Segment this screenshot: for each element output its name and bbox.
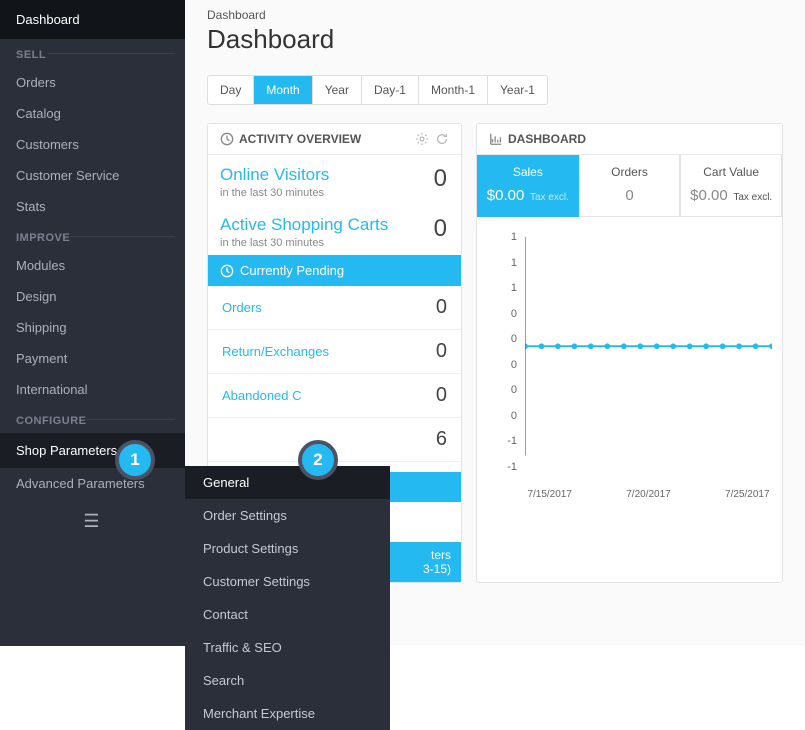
submenu-customer-settings[interactable]: Customer Settings	[185, 565, 390, 598]
breadcrumb: Dashboard	[185, 0, 805, 24]
time-tab-year[interactable]: Year	[313, 76, 362, 104]
nav-international[interactable]: International	[0, 374, 185, 405]
pending-returns[interactable]: Return/Exchanges 0	[208, 330, 461, 374]
submenu-general[interactable]: General	[185, 466, 390, 499]
sidebar: Dashboard SELL Orders Catalog Customers …	[0, 0, 185, 646]
nav-advanced-parameters[interactable]: Advanced Parameters	[0, 468, 185, 499]
submenu-search[interactable]: Search	[185, 664, 390, 697]
active-carts-label: Active Shopping Carts	[220, 215, 449, 235]
step-badge-1: 1	[115, 440, 155, 480]
refresh-icon[interactable]	[435, 132, 449, 146]
metric-orders-value: 0	[625, 187, 633, 204]
y-tick: -1	[507, 461, 517, 473]
pending-returns-label: Return/Exchanges	[222, 344, 329, 359]
step-badge-2: 2	[298, 440, 338, 480]
nav-modules[interactable]: Modules	[0, 250, 185, 281]
dashboard-title-text: DASHBOARD	[508, 132, 586, 146]
pending-orders-label: Orders	[222, 300, 262, 315]
chart-plot	[525, 237, 772, 456]
pending-orders[interactable]: Orders 0	[208, 286, 461, 330]
active-carts-sub: in the last 30 minutes	[220, 237, 449, 249]
metric-sales-value: $0.00	[487, 187, 525, 204]
nav-catalog[interactable]: Catalog	[0, 98, 185, 129]
pending-header: Currently Pending	[208, 255, 461, 286]
submenu-traffic-seo[interactable]: Traffic & SEO	[185, 631, 390, 664]
submenu-merchant-expertise[interactable]: Merchant Expertise	[185, 697, 390, 730]
time-tab-day[interactable]: Day	[208, 76, 254, 104]
y-tick: 0	[511, 308, 517, 320]
bar-chart-icon	[489, 132, 503, 146]
nav-shipping[interactable]: Shipping	[0, 312, 185, 343]
online-visitors-label: Online Visitors	[220, 165, 449, 185]
sales-chart: 1 1 1 0 0 0 0 0 -1 -1 7/15/2017 7/20/2017 7/25/2017	[477, 217, 782, 517]
nav-customer-service[interactable]: Customer Service	[0, 160, 185, 191]
nav-section-configure: CONFIGURE	[0, 405, 185, 433]
online-visitors-stat[interactable]: Online Visitors in the last 30 minutes 0	[208, 155, 461, 205]
clock-icon	[220, 132, 234, 146]
dashboard-panel-title: DASHBOARD	[489, 132, 586, 146]
activity-panel-title: ACTIVITY OVERVIEW	[220, 132, 361, 146]
y-tick: -1	[507, 435, 517, 447]
page-title: Dashboard	[185, 24, 805, 75]
time-tab-month[interactable]: Month	[254, 76, 312, 104]
metric-cart-sub: Tax excl.	[733, 192, 772, 203]
collapse-menu-icon[interactable]: ☰	[0, 499, 185, 544]
metric-tab-cart-value[interactable]: Cart Value $0.00 Tax excl.	[680, 155, 782, 217]
metric-cart-name: Cart Value	[685, 165, 777, 179]
metric-tab-sales[interactable]: Sales $0.00 Tax excl.	[477, 155, 579, 217]
metric-tabs: Sales $0.00 Tax excl. Orders 0 Cart Valu…	[477, 155, 782, 217]
time-tab-year-1[interactable]: Year-1	[488, 76, 547, 104]
nav-section-improve: IMPROVE	[0, 222, 185, 250]
x-tick: 7/20/2017	[626, 489, 671, 500]
nav-orders[interactable]: Orders	[0, 67, 185, 98]
shop-parameters-submenu: General Order Settings Product Settings …	[185, 466, 390, 730]
pending-orders-value: 0	[436, 296, 447, 319]
y-tick: 1	[511, 231, 517, 243]
active-carts-stat[interactable]: Active Shopping Carts in the last 30 min…	[208, 205, 461, 255]
time-range-tabs: Day Month Year Day-1 Month-1 Year-1	[207, 75, 548, 105]
metric-sales-sub: Tax excl.	[530, 192, 569, 203]
nav-shop-parameters[interactable]: Shop Parameters	[0, 433, 185, 468]
nav-payment[interactable]: Payment	[0, 343, 185, 374]
time-tab-month-1[interactable]: Month-1	[419, 76, 488, 104]
submenu-contact[interactable]: Contact	[185, 598, 390, 631]
pending-row-4-value: 6	[436, 428, 447, 451]
online-visitors-sub: in the last 30 minutes	[220, 187, 449, 199]
pending-abandoned[interactable]: Abandoned C 0	[208, 374, 461, 418]
y-tick: 1	[511, 257, 517, 269]
nav-customers[interactable]: Customers	[0, 129, 185, 160]
y-tick: 0	[511, 410, 517, 422]
nav-dashboard[interactable]: Dashboard	[0, 0, 185, 39]
pending-abandoned-label: Abandoned C	[222, 388, 302, 403]
nav-stats[interactable]: Stats	[0, 191, 185, 222]
activity-title-text: ACTIVITY OVERVIEW	[239, 132, 361, 146]
x-tick: 7/15/2017	[527, 489, 572, 500]
submenu-order-settings[interactable]: Order Settings	[185, 499, 390, 532]
dashboard-panel: DASHBOARD Sales $0.00 Tax excl. Orders 0…	[476, 123, 783, 583]
gear-icon[interactable]	[415, 132, 429, 146]
metric-tab-orders[interactable]: Orders 0	[579, 155, 681, 217]
x-tick: 7/25/2017	[725, 489, 770, 500]
pending-header-text: Currently Pending	[240, 263, 344, 278]
y-tick: 0	[511, 333, 517, 345]
nav-section-sell: SELL	[0, 39, 185, 67]
y-tick: 1	[511, 282, 517, 294]
online-visitors-value: 0	[434, 165, 447, 193]
nav-design[interactable]: Design	[0, 281, 185, 312]
time-tab-day-1[interactable]: Day-1	[362, 76, 419, 104]
clock-icon	[220, 264, 234, 278]
pending-returns-value: 0	[436, 340, 447, 363]
metric-sales-name: Sales	[482, 165, 574, 179]
pending-abandoned-value: 0	[436, 384, 447, 407]
active-carts-value: 0	[434, 215, 447, 243]
chart-y-axis: 11100000-1-1	[487, 237, 517, 467]
metric-orders-name: Orders	[584, 165, 676, 179]
y-tick: 0	[511, 359, 517, 371]
metric-cart-value: $0.00	[690, 187, 728, 204]
submenu-product-settings[interactable]: Product Settings	[185, 532, 390, 565]
y-tick: 0	[511, 384, 517, 396]
